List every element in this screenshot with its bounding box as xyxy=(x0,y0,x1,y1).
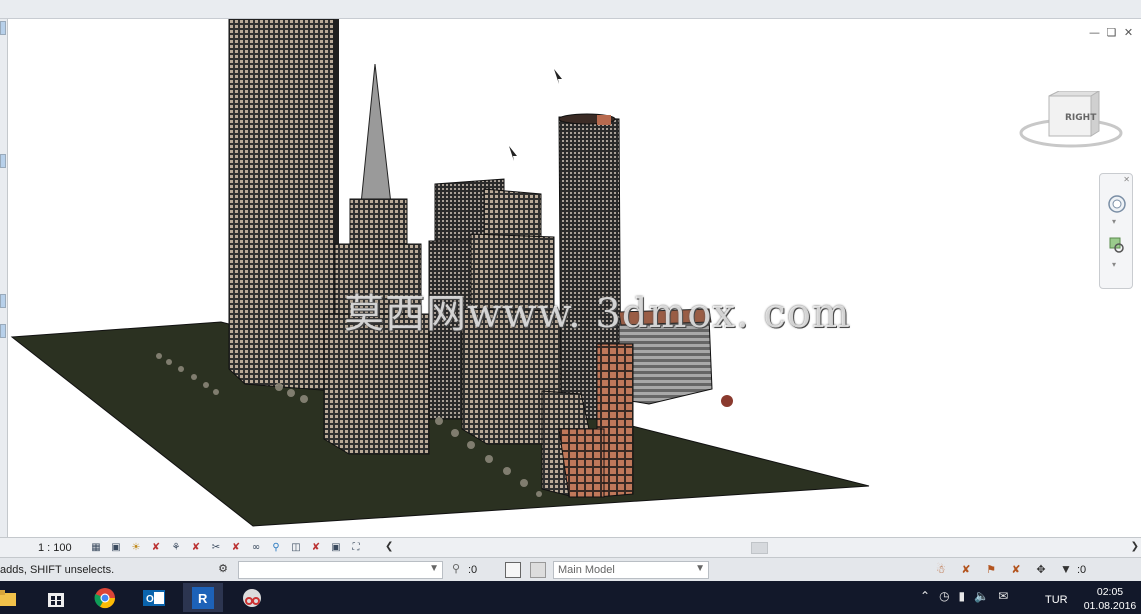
panel-tab[interactable] xyxy=(0,294,6,308)
select-underlay-icon[interactable]: ✘ xyxy=(957,562,975,578)
chrome-icon[interactable] xyxy=(85,583,125,612)
sun-path-icon[interactable]: ☀ xyxy=(128,541,144,555)
crop-region-icon[interactable]: ⛶ xyxy=(348,541,364,555)
view-scale[interactable]: 1 : 100 xyxy=(0,542,84,554)
snipping-tool-icon[interactable] xyxy=(232,583,272,612)
reveal-hidden-icon[interactable]: ⚲ xyxy=(268,541,284,555)
steering-wheel-icon[interactable] xyxy=(1107,194,1127,214)
close-icon[interactable]: ✕ xyxy=(1122,27,1135,40)
volume-icon[interactable]: 🔈 xyxy=(974,589,989,603)
drag-elements-icon[interactable]: ✥ xyxy=(1032,562,1050,578)
temporary-hide-icon[interactable]: ∞ xyxy=(248,541,264,555)
editable-count: :0 xyxy=(468,564,478,576)
workset-select[interactable]: ▼ xyxy=(238,561,443,579)
exclude-options-icon[interactable] xyxy=(530,562,546,578)
filter-count: :0 xyxy=(1077,564,1087,576)
rendering-icon[interactable]: ⚘ xyxy=(168,541,184,555)
zoom-region-icon[interactable] xyxy=(1107,236,1127,256)
viewcube[interactable]: RIGHT xyxy=(1019,90,1129,153)
svg-text:O: O xyxy=(146,594,154,605)
visual-style-icon[interactable]: ▣ xyxy=(108,541,124,555)
selection-options: ☃ ✘ ⚑ ✘ ✥ xyxy=(932,562,1050,578)
status-bar: adds, SHIFT unselects. ⚙ ▼ ⚲ :0 Main Mod… xyxy=(0,557,1141,581)
project-browser-edge xyxy=(0,19,8,537)
store-icon[interactable] xyxy=(36,583,76,612)
scroll-left-icon[interactable]: ❮ xyxy=(385,541,393,552)
analytical-model-icon[interactable]: ◫ xyxy=(288,541,304,555)
view-control-bar: 1 : 100 ▦ ▣ ☀ ✘ ⚘ ✘ ✂ ✘ ∞ ⚲ ◫ ✘ ▣ ⛶ ❮ ❯ xyxy=(0,537,1141,557)
city-model-render xyxy=(10,19,870,527)
active-model-value: Main Model xyxy=(558,564,615,576)
select-pinned-icon[interactable]: ⚑ xyxy=(982,562,1000,578)
clock[interactable]: 02:05 01.08.2016 xyxy=(1080,585,1140,613)
viewcube-face-label[interactable]: RIGHT xyxy=(1065,113,1096,123)
input-language[interactable]: TUR xyxy=(1045,594,1068,606)
shadows-icon[interactable]: ✘ xyxy=(148,541,164,555)
network-icon[interactable]: ◷ xyxy=(939,589,949,603)
show-crop-icon[interactable]: ✂ xyxy=(208,541,224,555)
chevron-down-icon[interactable]: ▾ xyxy=(1112,260,1116,269)
view-control-icons: ▦ ▣ ☀ ✘ ⚘ ✘ ✂ ✘ ∞ ⚲ ◫ ✘ ▣ ⛶ xyxy=(88,541,364,555)
worksets-icon[interactable]: ⚙ xyxy=(215,562,231,578)
battery-icon[interactable]: ▮ xyxy=(959,589,966,603)
crop-view-icon[interactable]: ✘ xyxy=(188,541,204,555)
chevron-down-icon[interactable]: ▾ xyxy=(1112,217,1116,226)
revit-icon[interactable]: R xyxy=(183,583,223,612)
panel-tab[interactable] xyxy=(0,21,6,35)
3d-view-viewport[interactable]: — ❏ ✕ RIGHT ✕ ▾ ▾ 莫西网www. 3dmox. com xyxy=(9,19,1141,537)
restore-icon[interactable]: ❏ xyxy=(1105,27,1118,40)
view-window-controls: — ❏ ✕ xyxy=(1088,27,1135,40)
clock-time: 02:05 xyxy=(1096,586,1124,598)
minimize-icon[interactable]: — xyxy=(1088,27,1101,40)
horizontal-scrollbar[interactable]: ❮ ❯ xyxy=(385,541,1139,555)
watermark-text: 莫西网www. 3dmox. com xyxy=(344,291,851,337)
navbar-close-icon[interactable]: ✕ xyxy=(1123,175,1130,184)
chevron-up-icon[interactable]: ⌃ xyxy=(920,589,930,603)
unlock-3d-icon[interactable]: ✘ xyxy=(228,541,244,555)
clock-date: 01.08.2016 xyxy=(1083,600,1137,612)
svg-text:R: R xyxy=(198,591,208,606)
highlight-displacement-icon[interactable]: ✘ xyxy=(308,541,324,555)
filter-icon[interactable]: ▼ xyxy=(1060,562,1072,576)
ribbon-strip xyxy=(0,0,1141,19)
select-links-icon[interactable]: ☃ xyxy=(932,562,950,578)
design-options-icon[interactable] xyxy=(505,562,521,578)
file-explorer-icon[interactable] xyxy=(0,583,26,612)
detail-level-icon[interactable]: ▦ xyxy=(88,541,104,555)
scroll-right-icon[interactable]: ❯ xyxy=(1131,541,1139,552)
revit-window: — ❏ ✕ RIGHT ✕ ▾ ▾ 莫西网www. 3dmox. com 1:… xyxy=(0,0,1141,614)
scrollbar-thumb[interactable] xyxy=(751,542,768,554)
reveal-constraints-icon[interactable]: ▣ xyxy=(328,541,344,555)
notifications-icon[interactable]: ✉ xyxy=(998,589,1008,603)
outlook-icon[interactable]: O xyxy=(134,583,174,612)
chevron-down-icon: ▼ xyxy=(429,563,439,574)
status-message: adds, SHIFT unselects. xyxy=(0,564,115,576)
editable-only-icon[interactable]: ⚲ xyxy=(452,562,466,578)
system-tray: ⌃ ◷ ▮ 🔈 ✉ xyxy=(920,589,1008,603)
active-model-select[interactable]: Main Model ▼ xyxy=(553,561,709,579)
panel-tab[interactable] xyxy=(0,324,6,338)
panel-tab[interactable] xyxy=(0,154,6,168)
navigation-bar: ✕ ▾ ▾ xyxy=(1099,173,1133,289)
select-by-face-icon[interactable]: ✘ xyxy=(1007,562,1025,578)
chevron-down-icon: ▼ xyxy=(695,563,705,574)
windows-taskbar: O R ⌃ ◷ ▮ 🔈 ✉ TUR 02:05 01.08.2016 xyxy=(0,581,1141,614)
